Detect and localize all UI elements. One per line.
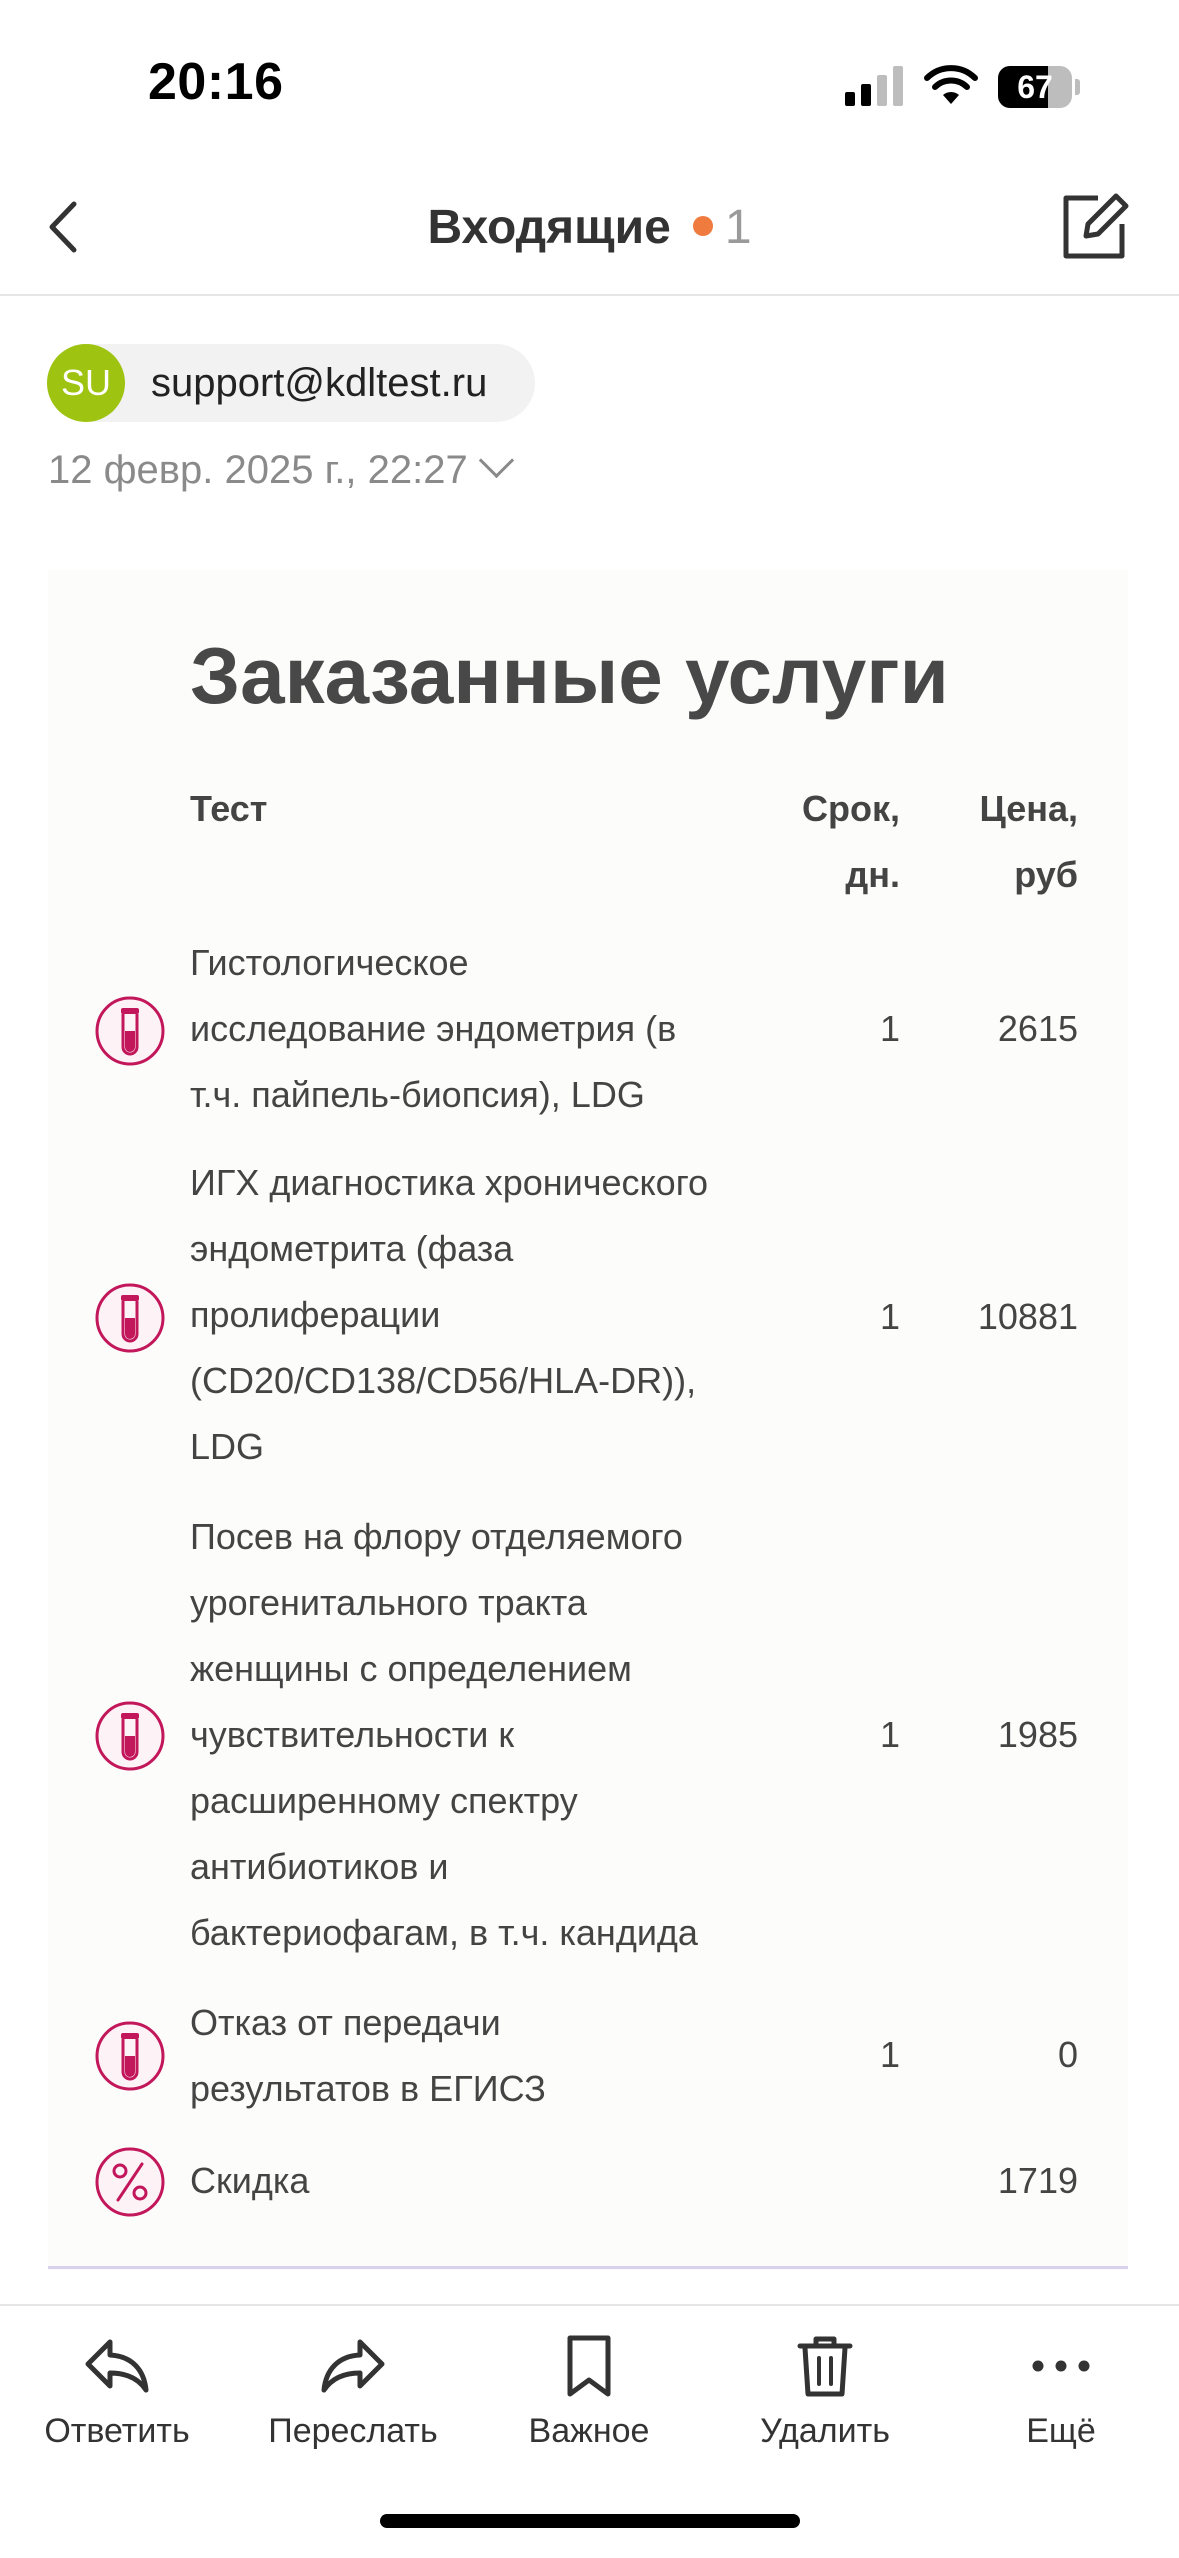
folder-title: Входящие 1 xyxy=(0,200,1179,255)
discount-value: 1719 xyxy=(997,2160,1078,2201)
folder-name: Входящие xyxy=(427,201,671,254)
test-name-line: бактериофагам, в т.ч. кандида xyxy=(190,1912,698,1953)
test-name-line: эндометрита (фаза xyxy=(190,1228,514,1269)
column-header-price: Цена, руб xyxy=(940,776,1078,908)
days-value: 1 xyxy=(879,1008,900,1049)
test-name-line: LDG xyxy=(190,1426,265,1467)
test-name-line: Гистологическое xyxy=(190,942,469,983)
more-label: Ещё xyxy=(1026,2412,1096,2450)
column-header-price-line: руб xyxy=(1014,854,1078,895)
important-label: Важное xyxy=(528,2412,650,2450)
forward-button[interactable]: Переслать xyxy=(248,2334,458,2451)
price-value: 2615 xyxy=(997,1008,1078,1049)
unread-count: 1 xyxy=(724,201,752,254)
chevron-down-icon xyxy=(478,442,514,479)
test-name-line: исследование эндометрия (в xyxy=(190,1008,677,1049)
days-value: 1 xyxy=(879,1714,900,1755)
reply-label: Ответить xyxy=(44,2412,190,2450)
order-title: Заказанные услуги xyxy=(190,631,949,720)
test-tube-icon xyxy=(95,2021,165,2091)
unread-dot-icon xyxy=(692,216,713,237)
reply-button[interactable]: Ответить xyxy=(12,2334,222,2451)
test-name-line: результатов в ЕГИСЗ xyxy=(190,2068,546,2109)
test-name-line: ИГХ диагностика хронического xyxy=(190,1162,709,1203)
bookmark-icon xyxy=(567,2335,611,2397)
discount-label: Скидка xyxy=(190,2160,310,2201)
test-name-line: женщины с определением xyxy=(190,1648,632,1689)
test-tube-icon xyxy=(95,1701,165,1771)
test-name-line: Отказ от передачи xyxy=(190,2002,501,2043)
reply-icon xyxy=(85,2339,149,2393)
test-tube-icon xyxy=(95,996,165,1066)
home-indicator xyxy=(380,2514,800,2528)
more-button[interactable]: Ещё xyxy=(956,2334,1166,2451)
battery-indicator: 67 xyxy=(998,66,1080,108)
days-value: 1 xyxy=(879,2034,900,2075)
compose-icon[interactable] xyxy=(1058,188,1130,264)
test-name: Отказ от передачи результатов в ЕГИСЗ xyxy=(190,1990,770,2122)
battery-percentage: 67 xyxy=(1017,69,1053,105)
price-value: 1985 xyxy=(997,1714,1078,1755)
price-value: 0 xyxy=(1057,2034,1078,2075)
cellular-signal-icon xyxy=(845,66,903,106)
avatar: SU xyxy=(47,344,125,422)
sender-chip[interactable]: SU support@kdltest.ru xyxy=(47,344,536,422)
test-name-line: урогенитального тракта xyxy=(190,1582,587,1623)
test-name-line: чувствительности к xyxy=(190,1714,515,1755)
column-header-days-line: Срок, xyxy=(802,788,900,829)
column-header-price-line: Цена, xyxy=(979,788,1078,829)
important-button[interactable]: Важное xyxy=(484,2334,694,2451)
test-name: Гистологическое исследование эндометрия … xyxy=(190,930,770,1128)
test-name-line: (CD20/CD138/CD56/HLA-DR)), xyxy=(190,1360,697,1401)
datetime-text: 12 февр. 2025 г., 22:27 xyxy=(48,448,468,492)
nav-bar: Входящие 1 xyxy=(0,170,1179,296)
test-name-line: Посев на флору отделяемого xyxy=(190,1516,683,1557)
test-name: ИГХ диагностика хронического эндометрита… xyxy=(190,1150,770,1480)
more-dots-icon xyxy=(1032,2360,1090,2372)
message-datetime[interactable]: 12 февр. 2025 г., 22:27 xyxy=(48,442,514,493)
test-name: Посев на флору отделяемого урогенитально… xyxy=(190,1504,770,1966)
test-name-line: пролиферации xyxy=(190,1294,441,1335)
trash-icon xyxy=(797,2336,853,2397)
price-value: 10881 xyxy=(977,1296,1078,1337)
wifi-icon xyxy=(924,65,978,104)
test-tube-icon xyxy=(95,1283,165,1353)
delete-label: Удалить xyxy=(760,2412,890,2450)
test-name-line: антибиотиков и xyxy=(190,1846,449,1887)
column-header-days: Срок, дн. xyxy=(770,776,900,908)
column-header-test: Тест xyxy=(190,788,268,829)
percent-icon xyxy=(95,2147,165,2217)
forward-icon xyxy=(321,2339,385,2393)
forward-label: Переслать xyxy=(268,2412,438,2450)
status-time: 20:16 xyxy=(148,53,284,111)
test-name-line: расширенному спектру xyxy=(190,1780,578,1821)
delete-button[interactable]: Удалить xyxy=(720,2334,930,2451)
test-name-line: т.ч. пайпель-биопсия), LDG xyxy=(190,1074,645,1115)
sender-email: support@kdltest.ru xyxy=(151,360,488,405)
status-bar: 20:16 67 xyxy=(0,0,1179,170)
column-header-days-line: дн. xyxy=(845,854,900,895)
days-value: 1 xyxy=(879,1296,900,1337)
content-divider xyxy=(48,2266,1128,2269)
